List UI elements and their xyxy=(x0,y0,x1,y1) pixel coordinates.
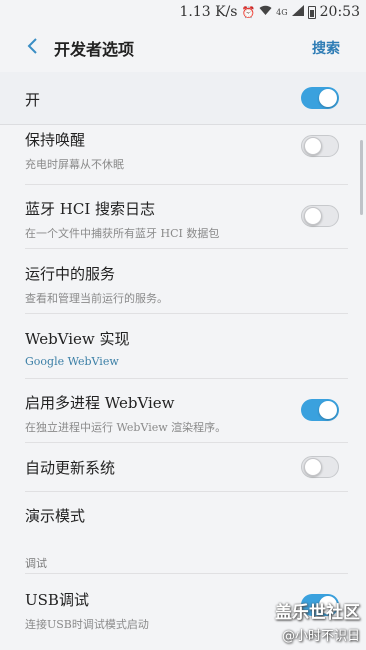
list-item-webview-implementation[interactable]: WebView 实现 Google WebView xyxy=(0,314,366,378)
auto-update-toggle[interactable] xyxy=(301,456,339,478)
page-title: 开发者选项 xyxy=(54,40,135,59)
list-item-subtitle: 连接USB时调试模式启动 xyxy=(25,618,149,631)
list-item-title: 启用多进程 WebView xyxy=(25,394,175,412)
status-bar: 1.13 K/s ⏰ 4G 20:53 xyxy=(0,0,366,24)
list-item-keep-awake[interactable]: 保持唤醒 充电时屏幕从不休眠 xyxy=(0,125,366,184)
list-item-subtitle: 在一个文件中捕获所有蓝牙 HCI 数据包 xyxy=(25,227,220,240)
multiprocess-webview-toggle[interactable] xyxy=(301,399,339,421)
network-speed: 1.13 K/s xyxy=(179,4,238,20)
list-item-title: 自动更新系统 xyxy=(25,459,116,477)
back-button[interactable] xyxy=(12,24,52,72)
list-item-demo-mode[interactable]: 演示模式 xyxy=(0,492,366,539)
watermark-author: @小时不识日 xyxy=(281,629,360,644)
list-item-bluetooth-hci-log[interactable]: 蓝牙 HCI 搜索日志 在一个文件中捕获所有蓝牙 HCI 数据包 xyxy=(0,185,366,248)
alarm-icon: ⏰ xyxy=(241,5,256,19)
wifi-icon xyxy=(259,5,272,19)
search-button[interactable]: 搜索 xyxy=(312,38,340,58)
list-item-title: 蓝牙 HCI 搜索日志 xyxy=(25,200,156,218)
list-item-title: 保持唤醒 xyxy=(25,131,86,149)
list-item-subtitle: 充电时屏幕从不休眠 xyxy=(25,158,124,171)
list-item-value: Google WebView xyxy=(25,355,119,368)
master-switch-toggle[interactable] xyxy=(301,87,339,109)
clock: 20:53 xyxy=(319,4,360,20)
list-item-title: 演示模式 xyxy=(25,507,86,525)
switch-knob xyxy=(304,458,322,476)
section-header-debugging: 调试 xyxy=(25,557,47,570)
master-switch-label: 开 xyxy=(25,91,41,109)
watermark-logo-text: 盖乐世社区 xyxy=(275,603,360,623)
list-item-title: WebView 实现 xyxy=(25,330,130,348)
list-item-title: USB调试 xyxy=(25,591,89,609)
signal-icon xyxy=(291,5,304,19)
master-switch-row[interactable]: 开 xyxy=(0,72,366,124)
battery-icon xyxy=(307,5,316,19)
switch-knob xyxy=(304,137,322,155)
chevron-left-icon xyxy=(26,37,38,59)
switch-knob xyxy=(319,401,337,419)
list-item-subtitle: 在独立进程中运行 WebView 渲染程序。 xyxy=(25,421,227,434)
bluetooth-hci-toggle[interactable] xyxy=(301,205,339,227)
watermark: 盖乐世社区 @小时不识日 xyxy=(275,598,360,644)
switch-knob xyxy=(319,89,337,107)
list-item-running-services[interactable]: 运行中的服务 查看和管理当前运行的服务。 xyxy=(0,249,366,313)
scrollbar[interactable] xyxy=(360,140,363,215)
list-item-auto-system-update[interactable]: 自动更新系统 xyxy=(0,443,366,491)
list-item-title: 运行中的服务 xyxy=(25,265,116,283)
list-item-subtitle: 查看和管理当前运行的服务。 xyxy=(25,292,168,305)
network-type-label: 4G xyxy=(276,7,288,17)
app-bar: 开发者选项 搜索 xyxy=(0,24,366,72)
keep-awake-toggle[interactable] xyxy=(301,135,339,157)
switch-knob xyxy=(304,207,322,225)
list-item-multiprocess-webview[interactable]: 启用多进程 WebView 在独立进程中运行 WebView 渲染程序。 xyxy=(0,379,366,442)
